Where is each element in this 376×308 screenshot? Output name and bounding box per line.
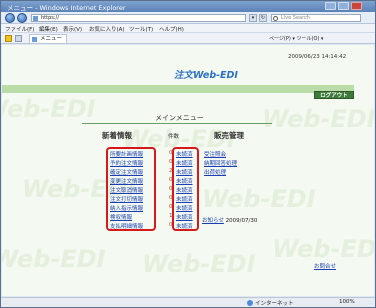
favorites-bar: メニュー ページ(P) ▾ ツール(O) ▾ (1, 33, 375, 44)
inquiry-link[interactable]: お問合せ (314, 262, 336, 270)
current-timestamp: 2009/06/23 14:14:42 (288, 54, 347, 60)
watermark-text: Web-EDI (2, 245, 106, 273)
sales-link-shipping[interactable]: 出荷処理 (204, 168, 226, 176)
highlight-box-unread (172, 147, 199, 231)
notice-line: お知らせ 2009/07/30 (202, 216, 257, 224)
window-title: メニュー - Windows Internet Explorer (7, 4, 126, 12)
menu-title: メインメニュー (155, 114, 204, 122)
sales-link-delivery-reply[interactable]: 納期回答処理 (204, 159, 237, 167)
watermark-text: Web-EDI (2, 95, 96, 123)
header-band (2, 85, 354, 93)
zoom-level[interactable]: 100% (339, 299, 355, 305)
security-zone: インターネット (255, 301, 294, 307)
search-icon (273, 16, 278, 21)
watermark-text: Web-EDI (272, 235, 374, 263)
close-button[interactable] (351, 2, 362, 10)
address-field[interactable]: https:// (31, 14, 246, 22)
news-heading: 新着情報 (102, 131, 132, 140)
favorites-star-icon[interactable] (5, 35, 12, 42)
browser-tab[interactable]: メニュー (29, 34, 68, 43)
divider (82, 123, 272, 124)
count-column-header: 件数 (168, 134, 180, 140)
menu-bar: ファイル(F) 編集(E) 表示(V) お気に入り(A) ツール(T) ヘルプ(… (1, 24, 375, 33)
watermark-text: Web-EDI (202, 185, 316, 213)
notice-date: 2009/07/30 (225, 218, 258, 224)
quick-tabs-icon[interactable] (15, 35, 22, 42)
menu-tools[interactable]: ツール(T) (129, 25, 153, 33)
menu-edit[interactable]: 編集(E) (39, 25, 58, 33)
menu-favorites[interactable]: お気に入り(A) (89, 25, 125, 33)
search-input[interactable]: Live Search (271, 14, 361, 22)
address-toolbar: https:// ▾ ↻ Live Search (1, 12, 375, 24)
page-content: Web-EDI Web-EDI Web-EDI Web-EDI Web-EDI … (2, 45, 374, 296)
watermark-text: Web-EDI (142, 250, 256, 278)
app-title: 注文Web-EDI (174, 70, 238, 81)
menu-view[interactable]: 表示(V) (63, 25, 82, 33)
refresh-button[interactable]: ↻ (259, 14, 267, 22)
title-bar: メニュー - Windows Internet Explorer (1, 1, 375, 12)
search-placeholder: Live Search (281, 15, 310, 21)
tab-page-icon (32, 37, 37, 42)
back-button[interactable] (5, 13, 15, 23)
address-dropdown-button[interactable]: ▾ (249, 14, 257, 22)
page-icon (33, 16, 38, 21)
logout-button[interactable]: ログアウト (314, 91, 354, 99)
status-bar: インターネット 100% (1, 297, 375, 307)
maximize-button[interactable] (338, 2, 349, 10)
menu-help[interactable]: ヘルプ(H) (159, 25, 184, 33)
highlight-box-news (106, 147, 156, 231)
globe-icon (247, 300, 253, 306)
tab-label: メニュー (40, 36, 63, 42)
sales-link-order-inquiry[interactable]: 受注照会 (204, 150, 226, 158)
forward-button[interactable] (17, 13, 27, 23)
notice-link[interactable]: お知らせ (202, 218, 224, 224)
watermark-text: Web-EDI (262, 105, 374, 133)
sales-heading: 販売管理 (214, 131, 244, 140)
browser-window: メニュー - Windows Internet Explorer https:/… (0, 0, 376, 308)
menu-file[interactable]: ファイル(F) (5, 25, 34, 33)
address-url: https:// (41, 15, 59, 21)
page-tools-menu[interactable]: ページ(P) ▾ ツール(O) ▾ (269, 35, 323, 42)
minimize-button[interactable] (325, 2, 336, 10)
